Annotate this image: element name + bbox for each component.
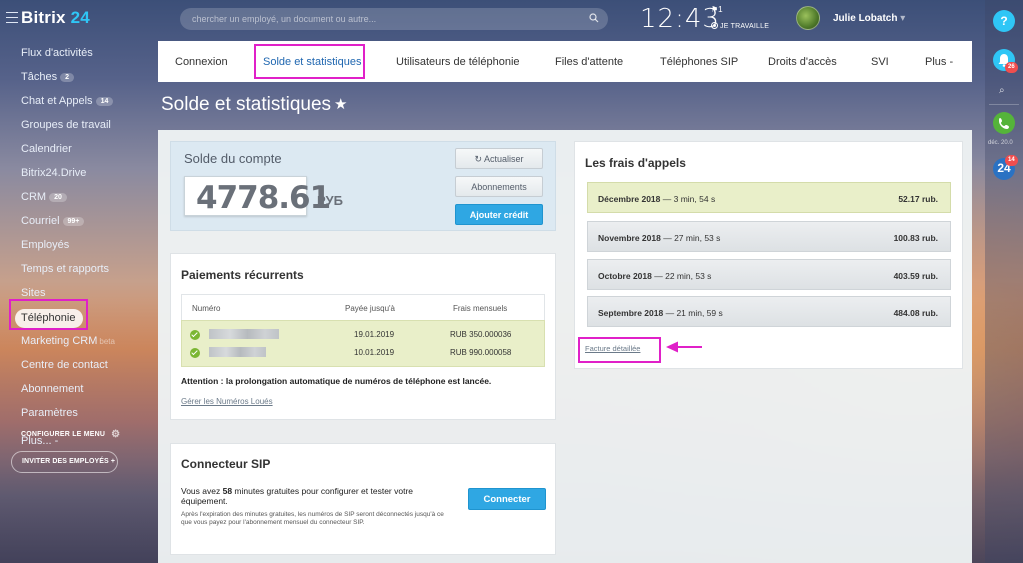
date-label: déc. 20.0 (988, 140, 1013, 146)
paid-until: 19.01.2019 (354, 330, 395, 339)
tab-connexion[interactable]: Connexion (175, 56, 228, 68)
payments-table: Numéro Payée jusqu'à Frais mensuels 19.0… (181, 294, 545, 367)
sip-note: Après l'expiration des minutes gratuites… (181, 511, 444, 526)
tabs-bar: Connexion Solde et statistiques Utilisat… (158, 41, 972, 82)
user-menu[interactable]: Julie Lobatch ▾ (833, 13, 905, 24)
fee-row-november[interactable]: Novembre 2018 — 27 min, 53 s 100.83 rub. (587, 221, 951, 252)
sidebar-item-flux[interactable]: Flux d'activités (21, 47, 93, 59)
sidebar-item-employes[interactable]: Employés (21, 239, 69, 251)
divider (989, 104, 1019, 105)
tab-plus[interactable]: Plus - (925, 56, 953, 68)
connect-button[interactable]: Connecter (468, 488, 546, 510)
sip-connector-panel: Connecteur SIP Vous avez 58 minutes grat… (170, 443, 556, 555)
check-icon (190, 330, 200, 340)
manage-numbers-link[interactable]: Gérer les Numéros Loués (181, 397, 273, 406)
sidebar-item-parametres[interactable]: Paramètres (21, 407, 78, 419)
blurred-number (209, 347, 266, 357)
monthly-fee: RUB 350.000036 (450, 330, 512, 339)
sidebar-item-temps[interactable]: Temps et rapports (21, 263, 109, 275)
sidebar-item-abonnement[interactable]: Abonnement (21, 383, 83, 395)
star-icon[interactable]: ★ (334, 96, 347, 113)
sidebar-item-courriel[interactable]: Courriel 99+ (21, 215, 85, 227)
balance-box: 4778.61 (184, 176, 331, 216)
tab-utilisateurs[interactable]: Utilisateurs de téléphonie (396, 56, 520, 68)
help-icon[interactable]: ? (993, 10, 1015, 32)
col-payee: Payée jusqu'à (345, 304, 396, 313)
detailed-invoice-link[interactable]: Facture détaillée (585, 344, 640, 353)
sidebar-item-crm[interactable]: CRM 20 (21, 191, 67, 203)
count-badge: 20 (49, 193, 67, 202)
sidebar-item-chat[interactable]: Chat et Appels 14 (21, 95, 114, 107)
search-placeholder: chercher un employé, un document ou autr… (192, 14, 377, 24)
col-frais: Frais mensuels (453, 304, 508, 313)
add-credit-button[interactable]: Ajouter crédit (455, 204, 543, 225)
subscriptions-button[interactable]: Abonnements (455, 176, 543, 197)
sidebar-item-telephonie[interactable]: Téléphonie (15, 309, 83, 328)
monthly-fee: RUB 990.000058 (450, 348, 512, 357)
right-toolbar: ? 26 ⌕ déc. 20.0 24 14 (985, 0, 1023, 563)
page-title: Solde et statistiques ★ (161, 94, 348, 115)
tab-files-attente[interactable]: Files d'attente (555, 56, 623, 68)
fee-row-september[interactable]: Septembre 2018 — 21 min, 59 s 484.08 rub… (587, 296, 951, 327)
sidebar-item-contact-center[interactable]: Centre de contact (21, 359, 108, 371)
sip-minutes-text: Vous avez 58 minutes gratuites pour conf… (181, 486, 414, 506)
paid-until: 10.01.2019 (354, 348, 395, 357)
work-status[interactable]: JE TRAVAILLE (711, 22, 769, 30)
sidebar-item-sites[interactable]: Sites (21, 287, 45, 299)
balance-amount: 4778.61 (196, 180, 331, 216)
chevron-down-icon: ▾ (900, 13, 906, 24)
tab-svi[interactable]: SVI (871, 56, 889, 68)
invite-employees-button[interactable]: INVITER DES EMPLOYÉS + (11, 451, 118, 473)
balance-currency: РУБ (317, 193, 343, 208)
attention-text: Attention : la prolongation automatique … (181, 376, 492, 386)
sidebar-item-calendrier[interactable]: Calendrier (21, 143, 72, 155)
balance-panel: Solde du compte 4778.61 РУБ ↻ Actualiser… (170, 141, 556, 231)
clock-time[interactable]: 12:43 (640, 4, 720, 34)
notification-count-badge: 26 (1005, 62, 1018, 73)
count-badge: 2 (60, 73, 74, 82)
payments-body: 19.01.2019 RUB 350.000036 10.01.2019 RUB… (181, 320, 545, 367)
blurred-number (209, 329, 279, 339)
phone-icon[interactable] (993, 112, 1015, 134)
call-fees-panel: Les frais d'appels Décembre 2018 — 3 min… (574, 141, 963, 369)
refresh-icon: ↻ (474, 154, 482, 164)
refresh-button[interactable]: ↻ Actualiser (455, 148, 543, 169)
fee-row-october[interactable]: Octobre 2018 — 22 min, 53 s 403.59 rub. (587, 259, 951, 290)
count-badge: 14 (95, 97, 114, 106)
payments-title: Paiements récurrents (181, 268, 304, 282)
col-numero: Numéro (192, 304, 221, 313)
chat-count-badge: 14 (1005, 155, 1018, 166)
fees-title: Les frais d'appels (585, 156, 686, 170)
table-row: 10.01.2019 RUB 990.000058 (182, 344, 544, 362)
pointer-arrow-icon (666, 341, 702, 353)
flag-count: ⚑1 (711, 5, 723, 14)
tab-solde[interactable]: Solde et statistiques (263, 56, 361, 68)
search-icon[interactable]: ⌕ (999, 85, 1005, 96)
check-icon (190, 348, 200, 358)
top-header: Bitrix 24 chercher un employé, un docume… (0, 0, 985, 40)
sidebar-item-taches[interactable]: Tâches 2 (21, 71, 74, 83)
status-dot-icon (711, 22, 718, 29)
sidebar-item-groupes[interactable]: Groupes de travail (21, 119, 111, 131)
bitrix24-logo[interactable]: Bitrix 24 (21, 8, 90, 28)
avatar[interactable] (796, 6, 820, 30)
search-input[interactable]: chercher un employé, un document ou autr… (180, 8, 608, 30)
gear-icon: ⚙ (111, 429, 121, 440)
sidebar-item-marketing[interactable]: Marketing CRM beta (21, 335, 115, 347)
fee-row-december[interactable]: Décembre 2018 — 3 min, 54 s 52.17 rub. (587, 182, 951, 213)
search-icon[interactable] (589, 13, 599, 23)
configure-menu-link[interactable]: CONFIGURER LE MENU ⚙ (21, 429, 120, 440)
tab-telephones-sip[interactable]: Téléphones SIP (660, 56, 738, 68)
tab-droits-acces[interactable]: Droits d'accès (768, 56, 837, 68)
left-sidebar: Flux d'activités Tâches 2 Chat et Appels 1… (0, 40, 158, 563)
hamburger-menu-icon[interactable] (6, 12, 18, 23)
balance-title: Solde du compte (184, 151, 282, 166)
sidebar-item-drive[interactable]: Bitrix24.Drive (21, 167, 86, 179)
sip-title: Connecteur SIP (181, 457, 271, 471)
table-header: Numéro Payée jusqu'à Frais mensuels (181, 294, 545, 320)
count-badge: 99+ (62, 217, 85, 226)
table-row: 19.01.2019 RUB 350.000036 (182, 326, 544, 344)
recurring-payments-panel: Paiements récurrents Numéro Payée jusqu'… (170, 253, 556, 420)
